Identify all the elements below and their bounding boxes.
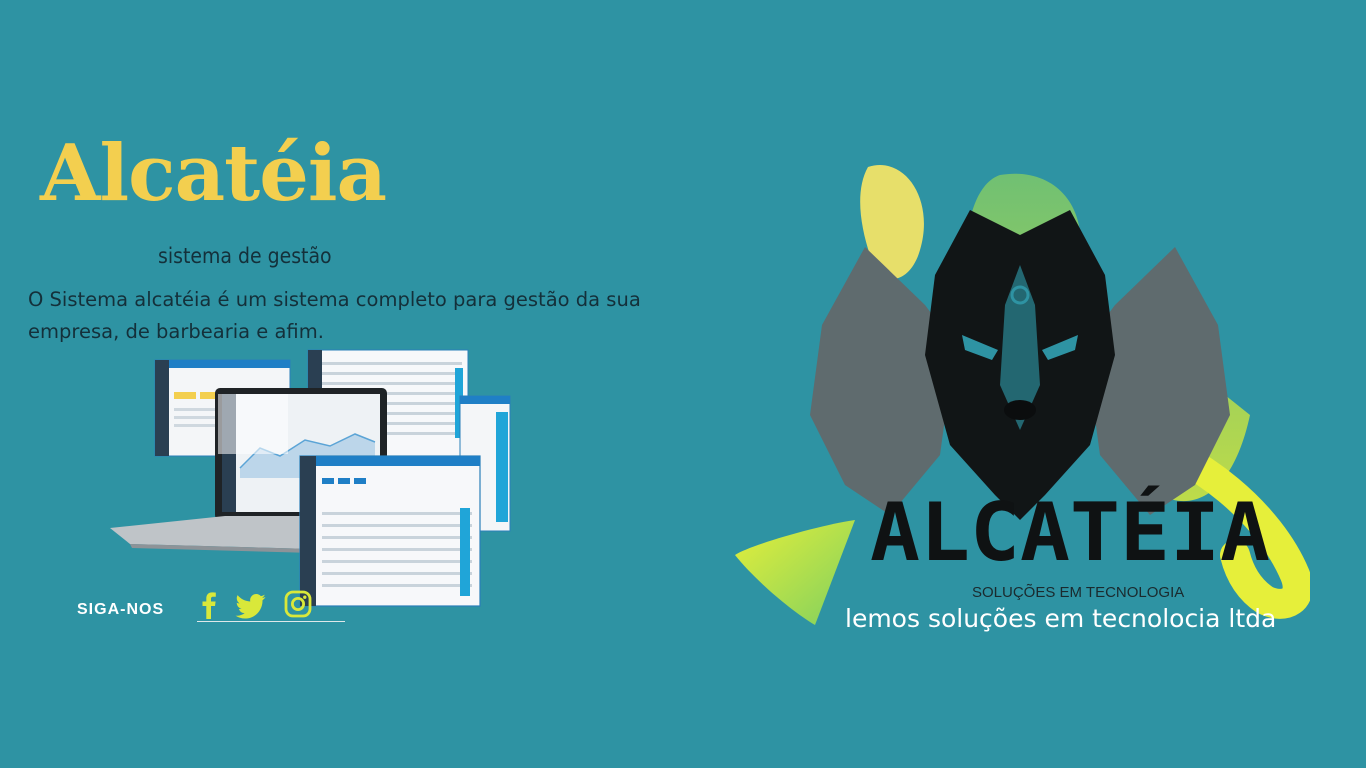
triangle-shape [735, 520, 855, 625]
facebook-icon[interactable] [200, 591, 218, 619]
social-underline [197, 621, 345, 622]
instagram-icon[interactable] [284, 590, 312, 618]
description-text: O Sistema alcatéia é um sistema completo… [28, 288, 641, 343]
brand-title: Alcatéia [40, 128, 387, 219]
logo-tagline: SOLUÇÕES EM TECNOLOGIA [972, 584, 1185, 601]
screen-front [299, 455, 481, 607]
screen-overlay [218, 394, 288, 454]
logo-wordmark: ALCATÉIA [870, 485, 1270, 579]
follow-us-label: SIGA-NOS [77, 601, 165, 618]
alcateia-logo: ALCATÉIA [735, 165, 1310, 625]
company-name: lemos soluções em tecnolocia ltda [845, 604, 1277, 633]
software-mockup-image [110, 349, 511, 607]
brand-subtitle: sistema de gestão [158, 244, 332, 268]
twitter-icon[interactable] [235, 594, 266, 619]
